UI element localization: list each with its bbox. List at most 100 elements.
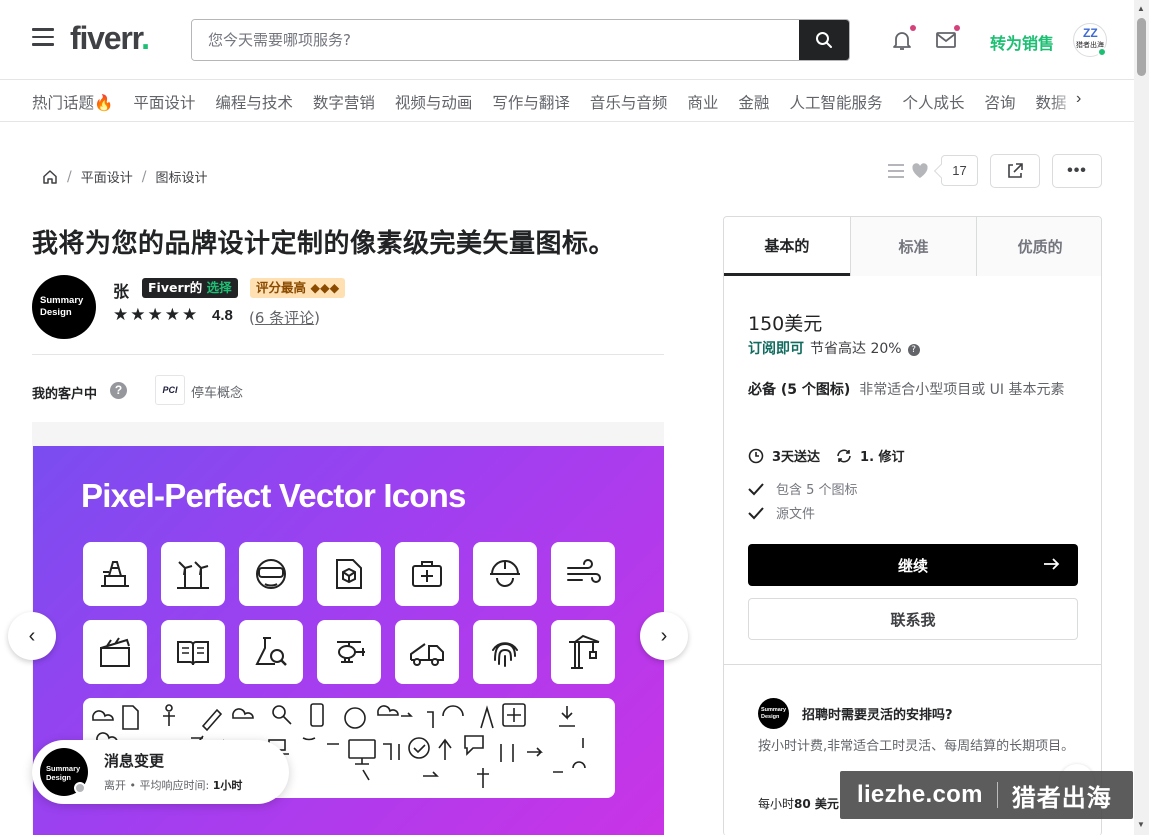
- continue-button[interactable]: 继续: [748, 544, 1078, 586]
- category-item[interactable]: 金融: [738, 91, 769, 113]
- scrollbar-thumb[interactable]: [1137, 18, 1146, 76]
- chevron-right-icon: ›: [660, 624, 668, 647]
- category-scroll-right-icon[interactable]: ›: [1076, 90, 1096, 112]
- help-icon[interactable]: ?: [110, 382, 127, 399]
- breadcrumb-item[interactable]: 图标设计: [155, 167, 207, 186]
- rating-stars: ★★★★★: [113, 305, 200, 324]
- delivery-info: 3天送达 1. 修订: [748, 446, 905, 465]
- share-icon: [1008, 163, 1023, 178]
- breadcrumb-item[interactable]: 平面设计: [81, 167, 133, 186]
- tab-basic[interactable]: 基本的: [724, 217, 850, 276]
- checkmark-icon: [748, 482, 764, 495]
- category-item[interactable]: 编程与技术: [215, 91, 293, 113]
- category-item[interactable]: 视频与动画: [395, 91, 473, 113]
- notification-badge: [910, 25, 916, 31]
- like-count: 17: [941, 155, 978, 186]
- package-panel: 基本的 标准 优质的 150美元 订阅即可 节省高达 20%? 必备 (5 个图标…: [723, 216, 1102, 835]
- hourly-rate: 每小时80 美元: [758, 797, 839, 811]
- gig-title: 我将为您的品牌设计定制的像素级完美矢量图标。: [32, 229, 616, 259]
- first-aid-kit-icon: [395, 542, 459, 606]
- worker-helmet-icon: [473, 542, 537, 606]
- divider: [32, 354, 664, 355]
- revisions-icon: [837, 449, 851, 462]
- scroll-down-arrow-icon[interactable]: ▼: [1137, 820, 1145, 829]
- helicopter-icon: [317, 620, 381, 684]
- clock-icon: [748, 448, 764, 463]
- category-item[interactable]: 人工智能服务: [789, 91, 882, 113]
- help-icon[interactable]: ?: [907, 344, 920, 356]
- clients-label: 我的客户中: [32, 387, 98, 402]
- gallery-prev-button[interactable]: ‹: [8, 612, 56, 660]
- arrow-right-icon: [1044, 558, 1060, 570]
- away-status-dot: [74, 782, 86, 794]
- scroll-up-arrow-icon[interactable]: ▲: [1137, 4, 1145, 13]
- wind-icon: [551, 542, 615, 606]
- search-icon: [816, 32, 832, 48]
- fiverr-logo[interactable]: fiverr.: [70, 20, 150, 57]
- hourly-hire-title: 招聘时需要灵活的安排吗?: [802, 708, 953, 723]
- avatar-logo-icon: ZZ: [1083, 26, 1098, 40]
- tab-premium[interactable]: 优质的: [976, 217, 1101, 276]
- tow-truck-icon: [395, 620, 459, 684]
- client-name: 停车概念: [191, 386, 244, 401]
- heart-icon[interactable]: [911, 162, 929, 180]
- online-status-dot: [1097, 47, 1107, 57]
- hire-avatar: Summary Design: [758, 698, 789, 729]
- category-item[interactable]: 写作与翻译: [492, 91, 570, 113]
- checkmark-icon: [748, 506, 764, 519]
- feature-item: 包含 5 个图标: [748, 479, 858, 498]
- hamburger-menu-icon[interactable]: [32, 28, 54, 46]
- package-price: 150美元: [748, 313, 823, 335]
- collections-list-icon[interactable]: [887, 163, 905, 179]
- fingerprint-icon: [473, 620, 537, 684]
- watermark: liezhe.com 猎者出海: [840, 771, 1133, 819]
- clapperboard-icon: [83, 620, 147, 684]
- category-item[interactable]: 数字营销: [313, 91, 375, 113]
- lab-research-icon: [239, 620, 303, 684]
- divider: [724, 664, 1101, 665]
- gallery-next-button[interactable]: ›: [640, 612, 688, 660]
- notification-bell-icon[interactable]: [890, 25, 916, 52]
- rating-value: 4.8: [212, 307, 233, 324]
- vr-headset-icon: [239, 542, 303, 606]
- gallery-title: Pixel-Perfect Vector Icons: [81, 477, 466, 514]
- category-item[interactable]: 个人成长: [902, 91, 964, 113]
- hourly-hire-description: 按小时计费,非常适合工时灵活、每周结算的长期项目。: [758, 739, 1075, 754]
- category-item[interactable]: 音乐与音频: [590, 91, 668, 113]
- category-item[interactable]: 咨询: [984, 91, 1015, 113]
- category-item[interactable]: 商业: [687, 91, 718, 113]
- search-input[interactable]: [192, 20, 801, 60]
- breadcrumb-separator: /: [67, 168, 72, 185]
- become-seller-link[interactable]: 转为销售: [990, 30, 1054, 54]
- fiverr-choice-badge: Fiverr的 选择: [142, 278, 238, 298]
- tower-crane-icon: [551, 620, 615, 684]
- package-description: 必备 (5 个图标) 非常适合小型项目或 UI 基本元素: [748, 382, 1065, 398]
- top-header: fiverr. 转为销售 ZZ 猎者出海: [0, 0, 1134, 80]
- breadcrumb: / 平面设计 / 图标设计: [42, 167, 207, 186]
- contact-me-button[interactable]: 联系我: [748, 598, 1078, 640]
- seller-name[interactable]: 张: [113, 278, 129, 302]
- category-item[interactable]: 热门话题🔥: [32, 91, 113, 113]
- open-book-icon: [161, 620, 225, 684]
- seller-avatar[interactable]: Summary Design: [32, 275, 96, 339]
- subscribe-save: 订阅即可 节省高达 20%?: [748, 338, 920, 358]
- messages-envelope-icon[interactable]: [934, 25, 960, 52]
- oil-rig-icon: [83, 542, 147, 606]
- category-item[interactable]: 平面设计: [133, 91, 195, 113]
- category-menu: 热门话题🔥 平面设计 编程与技术 数字营销 视频与动画 写作与翻译 音乐与音频 …: [0, 80, 1134, 122]
- 3d-design-icon: [317, 542, 381, 606]
- messages-badge: [954, 25, 960, 31]
- page-scrollbar[interactable]: ▲ ▼: [1134, 0, 1149, 835]
- reviews-link[interactable]: (6 条评论): [249, 307, 320, 328]
- home-icon[interactable]: [42, 169, 58, 185]
- revisions-count: 1. 修订: [860, 450, 905, 465]
- message-seller-toast[interactable]: Summary Design 消息变更 离开 • 平均响应时间: 1小时: [32, 740, 289, 804]
- search-button[interactable]: [799, 20, 849, 60]
- subscribe-link[interactable]: 订阅即可: [748, 341, 804, 357]
- share-button[interactable]: [990, 154, 1040, 188]
- tab-standard[interactable]: 标准: [849, 217, 977, 276]
- feature-item: 源文件: [748, 503, 815, 522]
- search-bar: [191, 19, 850, 61]
- top-rated-badge: 评分最高 ◆◆◆: [250, 278, 346, 298]
- more-options-button[interactable]: •••: [1052, 154, 1102, 188]
